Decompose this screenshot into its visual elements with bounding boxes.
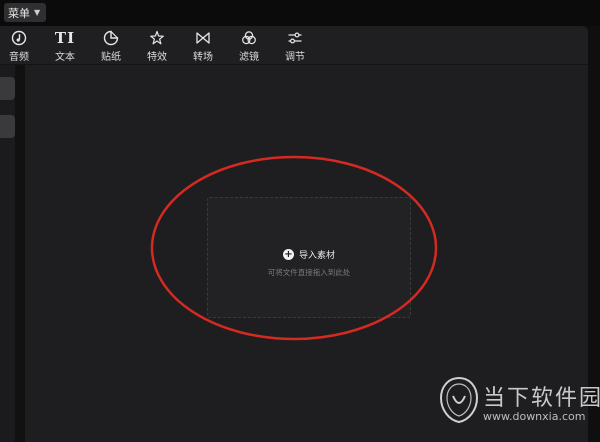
tab-audio-label: 音频: [9, 52, 29, 63]
tab-filter[interactable]: 滤镜: [232, 29, 266, 63]
tab-text[interactable]: TI 文本: [48, 29, 82, 63]
tab-filter-label: 滤镜: [239, 52, 259, 63]
tab-sticker[interactable]: 贴纸: [94, 29, 128, 63]
import-hint: 可将文件直接拖入到此处: [267, 268, 351, 277]
plus-icon: +: [282, 249, 294, 260]
adjust-icon: [285, 29, 305, 47]
tab-sticker-label: 贴纸: [101, 52, 121, 63]
tab-transition[interactable]: 转场: [186, 29, 220, 63]
effects-icon: [147, 29, 167, 47]
left-panel-button-1[interactable]: [0, 77, 15, 100]
watermark-url: www.downxia.com: [483, 410, 586, 423]
watermark-title: 当下软件园: [483, 386, 600, 411]
text-icon: TI: [54, 29, 76, 47]
tab-effects-label: 特效: [147, 52, 167, 63]
import-dropzone[interactable]: + 导入素材 可将文件直接拖入到此处: [207, 197, 411, 318]
menu-label: 菜单: [8, 6, 30, 20]
watermark: 当下软件园 www.downxia.com: [439, 376, 600, 432]
panel-divider[interactable]: [15, 65, 25, 442]
left-panel: [0, 65, 15, 442]
watermark-logo-icon: [439, 376, 479, 424]
menu-bar: 菜单 ▼: [0, 0, 600, 26]
chevron-down-icon: ▼: [34, 8, 41, 17]
tab-adjust[interactable]: 调节: [278, 29, 312, 63]
transition-icon: [193, 29, 213, 47]
menu-button[interactable]: 菜单 ▼: [4, 3, 46, 22]
tab-audio[interactable]: 音频: [2, 29, 36, 63]
tab-effects[interactable]: 特效: [140, 29, 174, 63]
import-button[interactable]: + 导入素材: [208, 248, 410, 261]
tab-transition-label: 转场: [193, 52, 213, 63]
tab-text-label: 文本: [55, 52, 75, 63]
audio-icon: [9, 29, 29, 47]
sticker-icon: [101, 29, 121, 47]
tab-adjust-label: 调节: [285, 52, 305, 63]
filter-icon: [239, 29, 259, 47]
import-label: 导入素材: [298, 251, 335, 261]
left-panel-button-2[interactable]: [0, 115, 15, 138]
toolbar: 音频 TI 文本 贴纸 特效 转场 滤镜 调节: [0, 26, 588, 65]
